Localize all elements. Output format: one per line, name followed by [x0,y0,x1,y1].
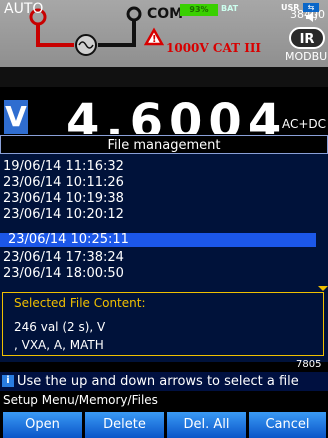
info-icon: i [2,375,14,387]
ir-indicator: IR [289,27,325,49]
svg-text:!: ! [152,34,157,45]
delete-button[interactable]: Delete [85,412,164,438]
partial-reading: 7805 [296,359,322,370]
main-reading: 4.6004 [66,102,288,134]
file-item[interactable]: 23/06/14 18:00:50 [0,267,316,281]
modbus-label: MODBUS [285,50,328,63]
open-button[interactable]: Open [3,412,82,438]
coupling-label: AC+DC [282,117,327,131]
battery-label: BAT [221,4,239,13]
user-label: USR [281,3,300,12]
file-item-selected[interactable]: 23/06/14 10:25:11 [0,233,316,247]
user-transfer-icon: ⇆ [303,3,319,12]
battery-level: 93% [180,4,218,16]
file-item[interactable]: 23/06/14 10:20:12 [0,208,316,222]
content-line: , VXA, A, MATH [14,338,104,352]
category-label: 1000V CAT III [166,41,262,55]
file-item[interactable]: 23/06/14 17:38:24 [0,251,316,265]
hint-text: Use the up and down arrows to select a f… [17,374,299,389]
content-line: 246 val (2 s), V [14,320,106,334]
content-title: Selected File Content: [14,296,146,310]
range-mode: AUTO [4,1,44,17]
speaker-icon [306,12,317,22]
dialog-title: File management [0,135,328,154]
com-label: COM [147,6,184,22]
delete-all-button[interactable]: Del. All [167,412,246,438]
file-item[interactable]: 23/06/14 10:19:38 [0,192,316,206]
breadcrumb: Setup Menu/Memory/Files [0,391,328,410]
status-bar [0,67,328,87]
file-item[interactable]: 23/06/14 10:11:26 [0,176,316,190]
unit-badge: V [4,100,28,134]
com-terminal-icon [126,6,142,22]
scroll-down-icon[interactable] [318,286,328,291]
cancel-button[interactable]: Cancel [249,412,326,438]
file-item[interactable]: 19/06/14 11:16:32 [0,160,316,174]
